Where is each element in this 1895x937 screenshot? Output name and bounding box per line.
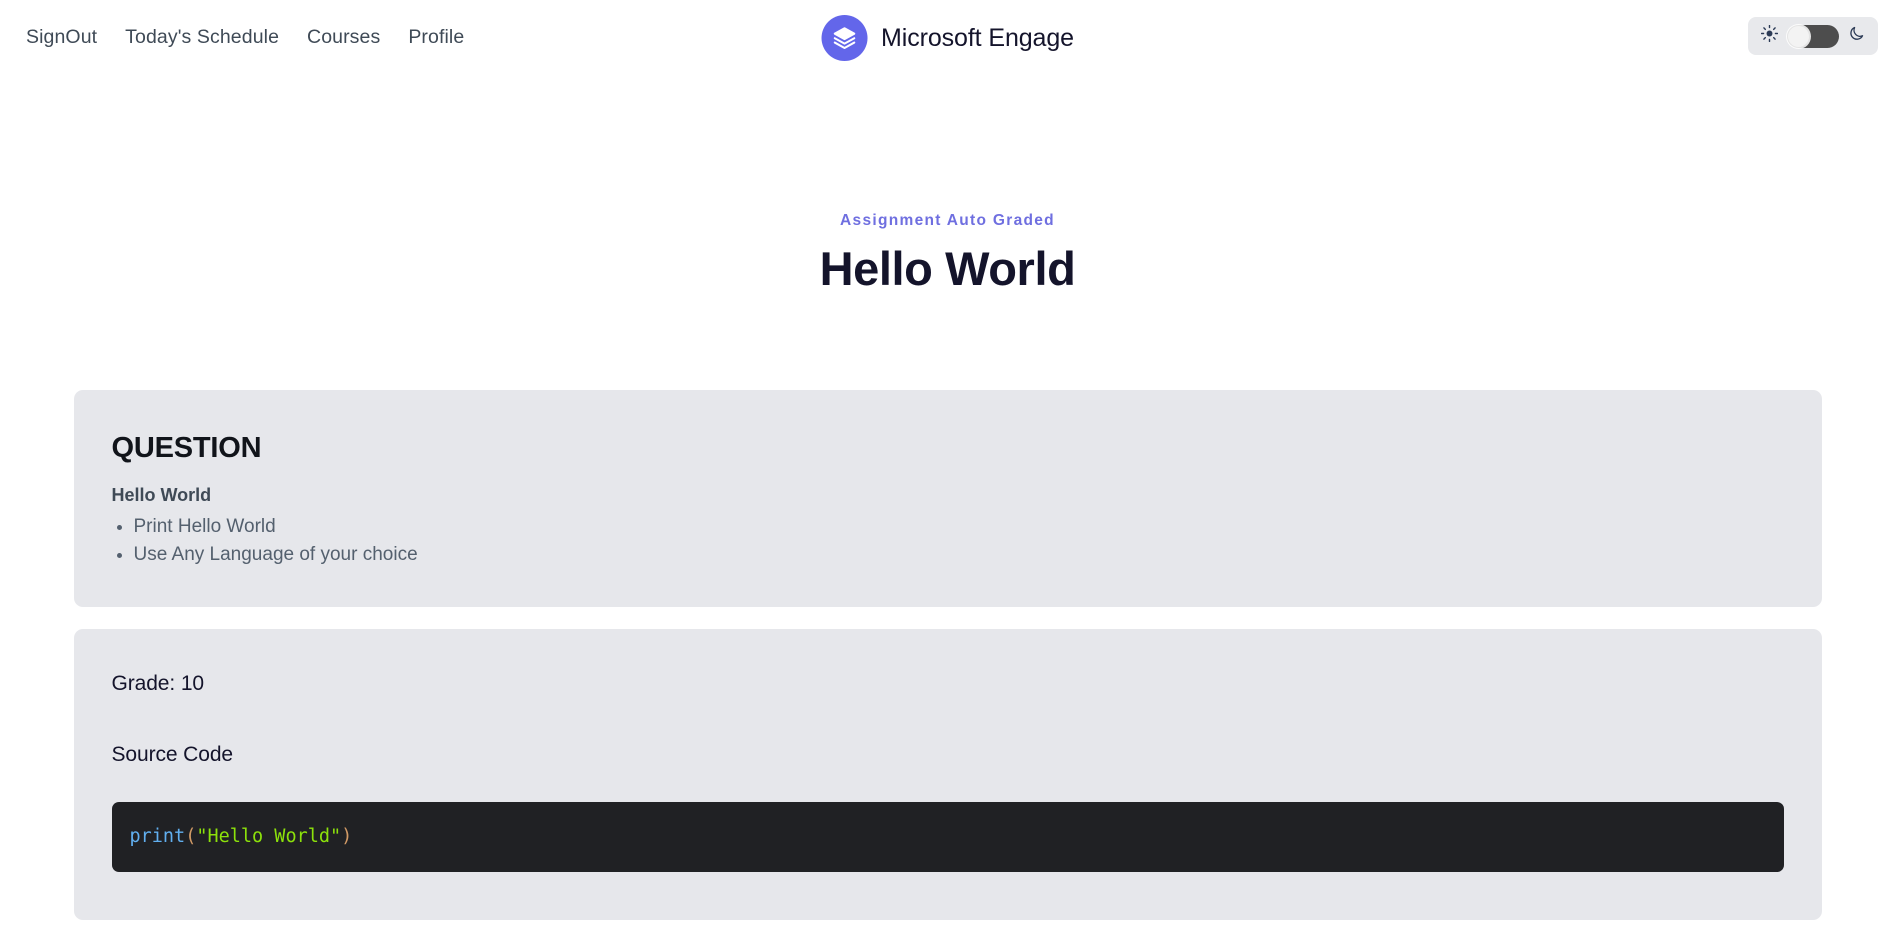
code-token-function: print [129, 826, 186, 848]
assignment-status-label: Assignment Auto Graded [840, 212, 1055, 229]
brand-title: Microsoft Engage [881, 23, 1074, 52]
source-code-block: print("Hello World") [111, 802, 1784, 873]
theme-toggle[interactable] [1748, 17, 1878, 55]
theme-toggle-switch[interactable] [1787, 24, 1839, 48]
assignment-title-block: Assignment Auto Graded Hello World [0, 212, 1895, 296]
nav-link-signout[interactable]: SignOut [26, 26, 97, 49]
list-item: Use Any Language of your choice [134, 542, 1784, 568]
code-token-close-paren: ) [341, 826, 353, 848]
code-line: print("Hello World") [129, 826, 353, 848]
question-subtitle: Hello World [111, 485, 212, 506]
source-code-label: Source Code [111, 743, 234, 767]
page-title: Hello World [819, 242, 1076, 295]
grade-value: Grade: 10 [111, 672, 205, 696]
code-token-open-paren: ( [185, 826, 197, 848]
nav-link-todays-schedule[interactable]: Today's Schedule [125, 26, 279, 49]
moon-icon [1848, 25, 1865, 47]
nav-link-profile[interactable]: Profile [408, 26, 464, 49]
app-header: SignOut Today's Schedule Courses Profile… [0, 0, 1895, 72]
primary-navigation: SignOut Today's Schedule Courses Profile [26, 26, 464, 49]
content-area: QUESTION Hello World Print Hello World U… [73, 296, 1822, 921]
submission-card: Grade: 10 Source Code print("Hello World… [73, 629, 1822, 921]
theme-toggle-knob [1788, 25, 1809, 47]
question-requirements-list: Print Hello World Use Any Language of yo… [112, 514, 1784, 567]
question-card: QUESTION Hello World Print Hello World U… [73, 390, 1822, 608]
nav-link-courses[interactable]: Courses [307, 26, 380, 49]
code-token-string: "Hello World" [196, 826, 342, 848]
layers-stack-icon [821, 15, 868, 61]
brand[interactable]: Microsoft Engage [821, 15, 1074, 61]
list-item: Print Hello World [134, 514, 1784, 540]
sun-icon [1760, 24, 1779, 47]
question-heading: QUESTION [111, 432, 262, 465]
